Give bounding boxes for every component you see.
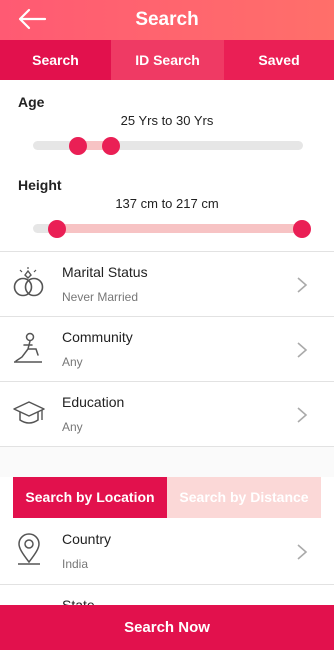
height-range-text: 137 cm to 217 cm	[115, 196, 219, 211]
page-title: Search	[135, 9, 199, 30]
filter-education[interactable]: Education Any	[0, 382, 334, 446]
age-max-handle[interactable]	[102, 137, 120, 155]
filter-value: Never Married	[62, 290, 139, 304]
age-label: Age	[18, 94, 45, 110]
filter-value: India	[62, 557, 89, 571]
height-min-handle[interactable]	[48, 220, 66, 238]
filter-title: Community	[62, 329, 133, 345]
search-by-distance-button[interactable]: Search by Distance	[167, 477, 321, 518]
app-header: Search	[0, 0, 334, 40]
age-min-handle[interactable]	[69, 137, 87, 155]
filter-title: Education	[62, 394, 125, 410]
height-max-handle[interactable]	[293, 220, 311, 238]
chevron-right-icon	[297, 544, 308, 560]
height-slider-fill	[57, 224, 302, 233]
section-spacer	[0, 447, 334, 477]
chevron-right-icon	[297, 342, 308, 358]
filter-marital-status[interactable]: Marital Status Never Married	[0, 252, 334, 316]
age-range-text: 25 Yrs to 30 Yrs	[120, 113, 214, 128]
chevron-right-icon	[297, 407, 308, 423]
chevron-right-icon	[297, 277, 308, 293]
graduation-cap-icon	[13, 401, 45, 424]
search-by-location-button[interactable]: Search by Location	[13, 477, 167, 518]
search-now-button[interactable]: Search Now	[0, 605, 334, 650]
filter-title: Marital Status	[62, 264, 148, 280]
filter-country[interactable]: Country India	[0, 519, 334, 583]
location-pin-icon	[18, 533, 40, 565]
height-label: Height	[18, 177, 62, 193]
praying-person-icon	[14, 332, 42, 363]
tab-saved[interactable]: Saved	[224, 40, 334, 80]
filter-title: Country	[62, 531, 112, 547]
filter-value: Any	[62, 420, 83, 434]
tab-id-search[interactable]: ID Search	[111, 40, 224, 80]
filter-value: Any	[62, 355, 83, 369]
search-tabs: Search ID Search Saved	[0, 40, 334, 80]
filter-community[interactable]: Community Any	[0, 317, 334, 381]
tab-search[interactable]: Search	[0, 40, 111, 80]
rings-icon	[13, 267, 44, 297]
